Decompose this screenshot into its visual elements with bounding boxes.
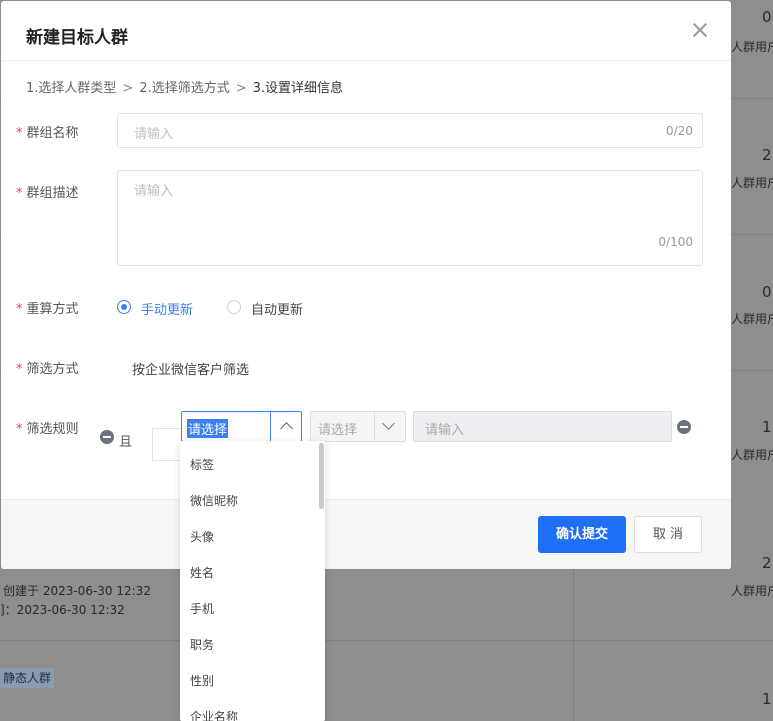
- breadcrumb-separator: >: [122, 81, 134, 96]
- required-mark: *: [16, 302, 23, 317]
- required-mark: *: [16, 362, 23, 377]
- group-desc-textarea[interactable]: 请输入 0/100: [117, 170, 703, 266]
- breadcrumb-step2: 2.选择筛选方式: [139, 81, 230, 96]
- recalc-label-text: 重算方式: [26, 302, 79, 317]
- radio-manual-update[interactable]: [117, 300, 131, 314]
- group-name-label-text: 群组名称: [26, 126, 79, 141]
- close-icon[interactable]: [689, 19, 711, 41]
- group-desc-label-text: 群组描述: [26, 186, 79, 201]
- filter-rule-label-text: 筛选规则: [26, 422, 79, 437]
- dropdown-scrollbar[interactable]: [319, 443, 324, 509]
- required-mark: *: [16, 422, 23, 437]
- breadcrumb: 1.选择人群类型 >2.选择筛选方式 >3.设置详细信息: [26, 77, 343, 96]
- bg-user-label: 人群用户: [731, 584, 773, 598]
- group-desc-label: * 群组描述: [16, 182, 79, 201]
- group-name-label: * 群组名称: [16, 122, 79, 141]
- bg-created-text: 创建于 2023-06-30 12:32: [3, 584, 151, 598]
- operator-select[interactable]: 请选择: [310, 411, 406, 442]
- filter-method-label-text: 筛选方式: [26, 362, 79, 377]
- modal-footer: 确认提交 取消: [1, 499, 731, 569]
- filter-method-label: * 筛选方式: [16, 358, 79, 377]
- dropdown-option[interactable]: 标签: [190, 456, 214, 473]
- required-mark: *: [16, 186, 23, 201]
- chevron-up-icon: [280, 422, 293, 435]
- dropdown-option[interactable]: 职务: [190, 636, 214, 653]
- rule-value-placeholder: 请输入: [425, 423, 465, 438]
- breadcrumb-step1: 1.选择人群类型: [26, 81, 117, 96]
- dropdown-option[interactable]: 性别: [190, 672, 214, 689]
- filter-method-value: 按企业微信客户筛选: [132, 363, 250, 378]
- dropdown-option[interactable]: 微信昵称: [190, 492, 238, 509]
- bg-count: 2: [762, 146, 772, 164]
- remove-group-icon[interactable]: [100, 430, 114, 444]
- bg-user-label: 人群用户: [731, 176, 773, 190]
- field-select-divider: [270, 412, 271, 441]
- group-desc-count: 0/100: [658, 235, 693, 249]
- and-toggle[interactable]: 且: [119, 431, 132, 450]
- dropdown-option[interactable]: 企业名称: [190, 708, 238, 721]
- bg-user-label: 人群用户: [731, 448, 773, 462]
- radio-auto-label[interactable]: 自动更新: [251, 299, 303, 318]
- breadcrumb-separator: >: [235, 81, 247, 96]
- cancel-button[interactable]: 取消: [634, 516, 702, 553]
- confirm-submit-button[interactable]: 确认提交: [538, 516, 626, 553]
- group-name-placeholder: 请输入: [134, 127, 174, 142]
- rule-value-input[interactable]: 请输入: [413, 411, 672, 442]
- field-select[interactable]: 请选择: [181, 411, 302, 442]
- group-name-count: 0/20: [666, 124, 693, 138]
- group-desc-placeholder: 请输入: [134, 184, 174, 199]
- filter-rule-label: * 筛选规则: [16, 418, 79, 437]
- bg-count: 2: [762, 554, 772, 572]
- bg-user-label: 人群用户: [731, 312, 773, 326]
- bg-count: 0: [762, 8, 772, 26]
- operator-select-placeholder: 请选择: [318, 423, 358, 438]
- bg-count: 1: [762, 418, 772, 436]
- bg-type-tag: 静态人群: [0, 668, 55, 688]
- dropdown-option[interactable]: 头像: [190, 528, 214, 545]
- bg-count: 1: [762, 690, 772, 708]
- title-divider: [1, 60, 731, 61]
- breadcrumb-step3: 3.设置详细信息: [252, 81, 344, 96]
- operator-select-divider: [374, 412, 375, 441]
- radio-manual-label[interactable]: 手动更新: [141, 299, 193, 318]
- remove-rule-icon[interactable]: [677, 420, 691, 434]
- field-select-value: 请选择: [187, 419, 229, 438]
- dropdown-option[interactable]: 手机: [190, 600, 214, 617]
- chevron-down-icon: [382, 417, 395, 430]
- rule-bracket: [152, 428, 182, 461]
- group-name-input[interactable]: 请输入 0/20: [117, 113, 703, 148]
- bg-updated-text: ]：2023-06-30 12:32: [0, 603, 125, 617]
- create-audience-modal: 新建目标人群 1.选择人群类型 >2.选择筛选方式 >3.设置详细信息 * 群组名称 …: [1, 1, 731, 569]
- radio-auto-update[interactable]: [227, 300, 241, 314]
- dropdown-option[interactable]: 姓名: [190, 564, 214, 581]
- bg-user-label: 人群用户: [731, 40, 773, 54]
- bg-row-divider: [0, 640, 773, 641]
- bg-count: 0: [762, 283, 772, 301]
- recalc-label: * 重算方式: [16, 298, 79, 317]
- modal-title: 新建目标人群: [26, 28, 128, 48]
- required-mark: *: [16, 126, 23, 141]
- field-select-dropdown: 标签 微信昵称 头像 姓名 手机 职务 性别 企业名称: [180, 441, 325, 721]
